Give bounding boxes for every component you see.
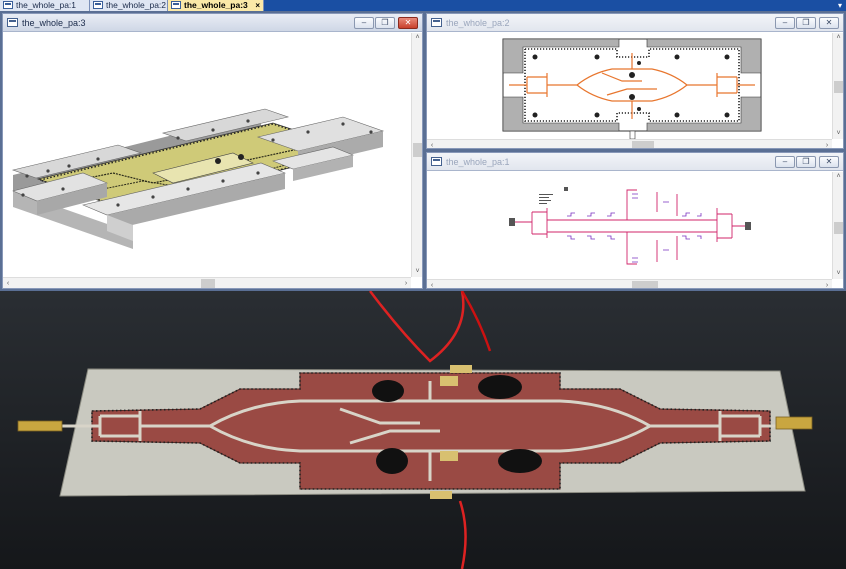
scroll-thumb[interactable] <box>834 222 843 234</box>
minimize-button[interactable]: – <box>775 17 795 29</box>
schematic-doc-icon <box>3 1 13 9</box>
3d-view-doc-icon <box>171 1 181 9</box>
scroll-down-icon[interactable]: ˅ <box>833 129 843 139</box>
schematic-drawing <box>509 187 751 265</box>
window-title: the_whole_pa:3 <box>22 18 86 28</box>
scroll-left-icon[interactable]: ‹ <box>3 278 13 288</box>
scroll-down-icon[interactable]: ˅ <box>412 267 422 277</box>
layout-doc-icon <box>93 1 103 9</box>
layout-canvas[interactable] <box>427 33 832 139</box>
vertical-scrollbar[interactable]: ˄ ˅ <box>832 172 843 279</box>
scroll-up-icon[interactable]: ˄ <box>833 33 843 43</box>
scroll-thumb[interactable] <box>632 141 654 148</box>
layout-view-icon <box>431 18 442 27</box>
scroll-thumb[interactable] <box>632 281 658 288</box>
scroll-right-icon[interactable]: › <box>822 280 832 288</box>
scroll-left-icon[interactable]: ‹ <box>427 140 437 148</box>
document-tab-bar: the_whole_pa:1 the_whole_pa:2 the_whole_… <box>0 0 846 11</box>
3d-view-canvas[interactable] <box>3 33 411 277</box>
horizontal-scrollbar[interactable]: ‹ › <box>427 279 832 288</box>
scroll-thumb[interactable] <box>201 279 215 288</box>
pcb-layout-drawing <box>502 38 762 139</box>
scroll-thumb[interactable] <box>834 81 843 93</box>
tab-the-whole-pa-1[interactable]: the_whole_pa:1 <box>0 0 90 11</box>
mdi-workspace: the_whole_pa:3 – ❐ ✕ ˄ ˅ ‹ › the_whole_p… <box>0 11 846 291</box>
vertical-scrollbar[interactable]: ˄ ˅ <box>832 33 843 139</box>
window-title: the_whole_pa:2 <box>446 18 510 28</box>
fabricated-board-photo <box>0 291 846 569</box>
tab-the-whole-pa-2[interactable]: the_whole_pa:2 <box>90 0 168 11</box>
minimize-button[interactable]: – <box>354 17 374 29</box>
horizontal-scrollbar[interactable]: ‹ › <box>427 139 832 148</box>
close-button[interactable]: ✕ <box>398 17 418 29</box>
horizontal-scrollbar[interactable]: ‹ › <box>3 277 411 288</box>
tab-label: the_whole_pa:1 <box>16 0 77 10</box>
window-3d-view[interactable]: the_whole_pa:3 – ❐ ✕ ˄ ˅ ‹ › <box>2 13 423 289</box>
pcb-3d-render <box>11 108 385 249</box>
tab-label: the_whole_pa:2 <box>106 0 167 10</box>
tab-label: the_whole_pa:3 <box>184 0 248 10</box>
window-titlebar[interactable]: the_whole_pa:1 – ❐ ✕ <box>427 153 843 171</box>
scroll-up-icon[interactable]: ˄ <box>833 172 843 182</box>
restore-button[interactable]: ❐ <box>796 156 816 168</box>
window-layout[interactable]: the_whole_pa:2 – ❐ ✕ ˄ ˅ ‹ › <box>426 13 844 149</box>
window-titlebar[interactable]: the_whole_pa:3 – ❐ ✕ <box>3 14 422 32</box>
close-button[interactable]: ✕ <box>819 17 839 29</box>
restore-button[interactable]: ❐ <box>375 17 395 29</box>
window-title: the_whole_pa:1 <box>446 157 510 167</box>
board-photo-illustration <box>0 291 846 569</box>
close-icon[interactable]: × <box>255 0 260 11</box>
scroll-right-icon[interactable]: › <box>401 278 411 288</box>
close-button[interactable]: ✕ <box>819 156 839 168</box>
scroll-thumb[interactable] <box>413 143 422 157</box>
restore-button[interactable]: ❐ <box>796 17 816 29</box>
scroll-left-icon[interactable]: ‹ <box>427 280 437 288</box>
vertical-scrollbar[interactable]: ˄ ˅ <box>411 33 422 277</box>
scroll-down-icon[interactable]: ˅ <box>833 269 843 279</box>
schematic-canvas[interactable] <box>427 172 832 279</box>
tab-the-whole-pa-3[interactable]: the_whole_pa:3 × <box>168 0 264 11</box>
scroll-right-icon[interactable]: › <box>822 140 832 148</box>
minimize-button[interactable]: – <box>775 156 795 168</box>
schematic-view-icon <box>431 157 442 166</box>
scroll-up-icon[interactable]: ˄ <box>412 33 422 43</box>
window-schematic[interactable]: the_whole_pa:1 – ❐ ✕ ˄ ˅ ‹ › <box>426 152 844 289</box>
chevron-down-icon[interactable]: ▾ <box>838 0 842 11</box>
window-titlebar[interactable]: the_whole_pa:2 – ❐ ✕ <box>427 14 843 32</box>
3d-view-icon <box>7 18 18 27</box>
